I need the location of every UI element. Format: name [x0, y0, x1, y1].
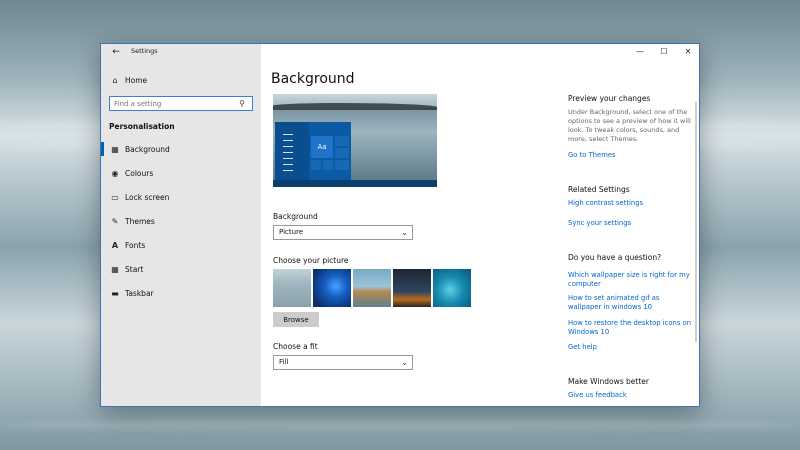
monitor-icon: ▭ — [111, 192, 119, 202]
search-box[interactable]: ⚲ — [109, 96, 253, 111]
preview-description: Under Background, select one of the opti… — [568, 108, 691, 143]
font-icon: A — [111, 240, 119, 250]
sidebar-item-colours[interactable]: ◉ Colours — [101, 163, 261, 183]
sidebar-item-label: Themes — [125, 216, 155, 226]
window-title: Settings — [131, 47, 158, 55]
back-arrow-icon[interactable]: ← — [109, 46, 123, 58]
preview-menu-line — [283, 170, 293, 171]
help-link-animated-gif[interactable]: How to set animated gif as wallpaper in … — [568, 294, 694, 312]
section-title: Personalisation — [109, 122, 175, 131]
go-to-themes-link[interactable]: Go to Themes — [568, 151, 694, 160]
preview-tile: Aa — [311, 136, 333, 158]
desktop-preview: Aa — [273, 94, 437, 187]
main-content: Background Aa Background Picture ⌄ Choos… — [271, 44, 546, 406]
preview-hill — [273, 103, 437, 110]
preview-heading: Preview your changes — [568, 94, 651, 103]
picture-thumbnail[interactable] — [353, 269, 391, 307]
right-panel: Preview your changes Under Background, s… — [568, 44, 698, 406]
preview-menu-strip — [275, 122, 309, 180]
page-title: Background — [271, 71, 355, 87]
background-label: Background — [273, 212, 318, 221]
picture-thumbnail[interactable] — [313, 269, 351, 307]
picture-icon: ▦ — [111, 144, 119, 154]
choose-picture-label: Choose your picture — [273, 256, 349, 265]
chevron-down-icon: ⌄ — [401, 228, 408, 237]
preview-tile-small — [335, 136, 349, 146]
settings-window: ← Settings ⌂ Home ⚲ Personalisation ▦ Ba… — [100, 43, 700, 407]
start-grid-icon: ▦ — [111, 264, 119, 274]
question-heading: Do you have a question? — [568, 253, 662, 262]
preview-menu-line — [283, 152, 293, 153]
sidebar-item-label: Start — [125, 264, 144, 274]
picture-thumbnail[interactable] — [273, 269, 311, 307]
sidebar-item-label: Colours — [125, 168, 154, 178]
sidebar-item-label: Background — [125, 144, 170, 154]
preview-menu-line — [283, 164, 293, 165]
related-heading: Related Settings — [568, 185, 630, 194]
picture-thumbnails — [273, 269, 471, 307]
fit-label: Choose a fit — [273, 342, 318, 351]
better-heading: Make Windows better — [568, 377, 649, 386]
picture-thumbnail[interactable] — [393, 269, 431, 307]
sidebar-item-label: Fonts — [125, 240, 146, 250]
preview-menu-line — [283, 158, 293, 159]
high-contrast-link[interactable]: High contrast settings — [568, 199, 694, 208]
preview-menu-line — [283, 134, 293, 135]
preview-tile-small — [335, 148, 349, 158]
sync-settings-link[interactable]: Sync your settings — [568, 219, 694, 228]
sidebar: ← Settings ⌂ Home ⚲ Personalisation ▦ Ba… — [101, 44, 261, 406]
get-help-link[interactable]: Get help — [568, 343, 694, 352]
feedback-link[interactable]: Give us feedback — [568, 391, 694, 400]
sidebar-item-taskbar[interactable]: ▬ Taskbar — [101, 283, 261, 303]
home-label: Home — [125, 75, 148, 85]
desktop-wave — [0, 420, 800, 430]
search-input[interactable] — [114, 99, 232, 108]
browse-button[interactable]: Browse — [273, 312, 319, 327]
search-icon[interactable]: ⚲ — [236, 99, 248, 108]
background-value: Picture — [279, 228, 304, 236]
preview-tile-small — [323, 160, 333, 170]
chevron-down-icon: ⌄ — [401, 358, 408, 367]
sidebar-item-fonts[interactable]: A Fonts — [101, 235, 261, 255]
home-icon: ⌂ — [112, 75, 118, 85]
preview-tile-small — [335, 160, 349, 170]
preview-tile-small — [311, 160, 321, 170]
preview-taskbar — [273, 180, 437, 187]
sidebar-item-lock-screen[interactable]: ▭ Lock screen — [101, 187, 261, 207]
help-link-wallpaper-size[interactable]: Which wallpaper size is right for my com… — [568, 271, 694, 289]
preview-menu-line — [283, 140, 293, 141]
taskbar-icon: ▬ — [111, 288, 119, 298]
preview-menu-line — [283, 146, 293, 147]
help-link-restore-icons[interactable]: How to restore the desktop icons on Wind… — [568, 319, 694, 337]
palette-icon: ◉ — [111, 168, 119, 178]
fit-value: Fill — [279, 358, 289, 366]
sidebar-item-background[interactable]: ▦ Background — [101, 139, 261, 159]
sidebar-item-label: Lock screen — [125, 192, 170, 202]
brush-icon: ✎ — [111, 216, 119, 226]
picture-thumbnail[interactable] — [433, 269, 471, 307]
fit-dropdown[interactable]: Fill ⌄ — [273, 355, 413, 370]
sidebar-home[interactable]: ⌂ Home — [109, 74, 147, 86]
background-dropdown[interactable]: Picture ⌄ — [273, 225, 413, 240]
sidebar-item-start[interactable]: ▦ Start — [101, 259, 261, 279]
sidebar-item-themes[interactable]: ✎ Themes — [101, 211, 261, 231]
sidebar-item-label: Taskbar — [125, 288, 154, 298]
scrollbar[interactable] — [695, 102, 697, 342]
